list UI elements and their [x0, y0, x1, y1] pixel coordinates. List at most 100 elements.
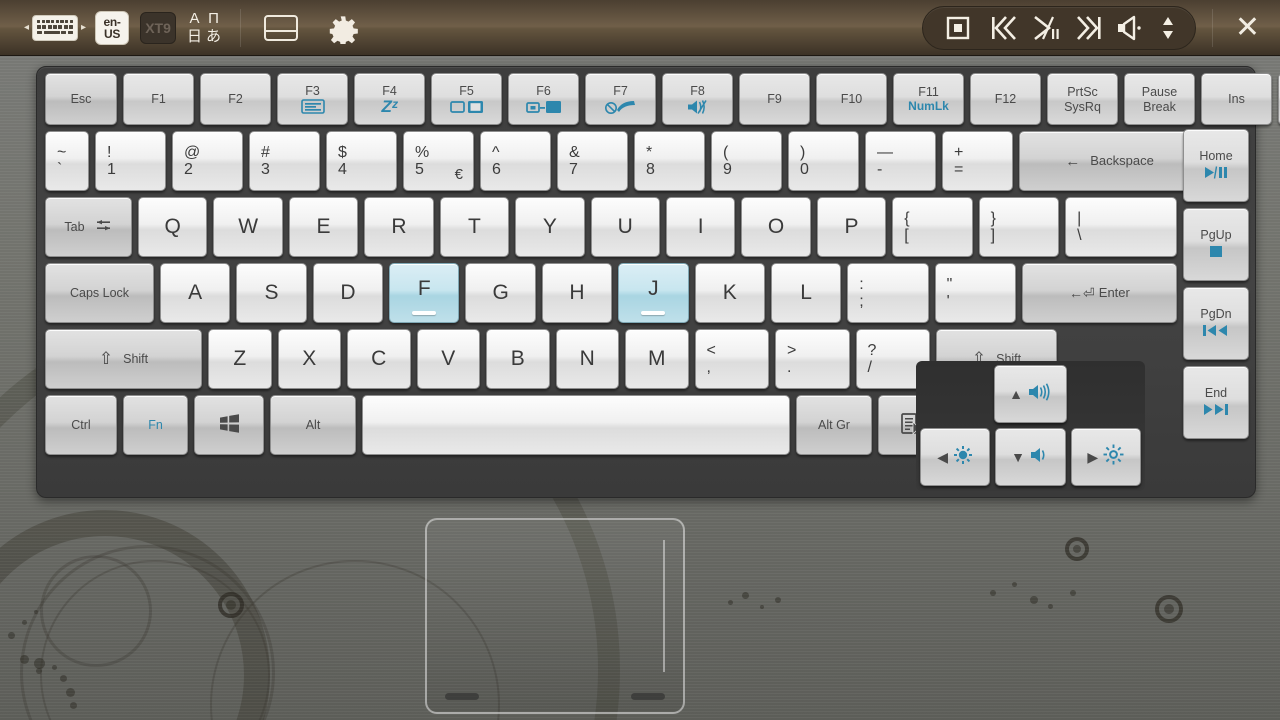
key-2[interactable]: @ 2 — [172, 131, 243, 191]
key-u[interactable]: U — [590, 197, 660, 257]
key-z[interactable]: Z — [208, 329, 272, 389]
media-stop-button[interactable] — [937, 10, 979, 46]
key-arrow-up[interactable]: ▲ — [994, 365, 1067, 423]
key-q[interactable]: Q — [138, 197, 208, 257]
key-9[interactable]: ( 9 — [711, 131, 782, 191]
key-f2[interactable]: F2 — [200, 73, 271, 125]
input-language-button[interactable]: en- US — [92, 8, 132, 48]
media-playpause-button[interactable] — [1025, 10, 1067, 46]
key-quote[interactable]: " ' — [934, 263, 1016, 323]
key-f5[interactable]: F5 — [431, 73, 502, 125]
touchpad-left-button[interactable] — [445, 693, 479, 700]
key-bracket-right[interactable]: } ] — [978, 197, 1060, 257]
key-p[interactable]: P — [816, 197, 887, 257]
key-space[interactable] — [362, 395, 790, 455]
key-tab[interactable]: Tab — [45, 197, 132, 257]
key-fn[interactable]: Fn — [123, 395, 188, 455]
key-backtick[interactable]: ~ ` — [45, 131, 89, 191]
key-pgdn[interactable]: PgDn — [1183, 287, 1249, 360]
key-f[interactable]: F — [389, 263, 460, 323]
key-pgup[interactable]: PgUp — [1183, 208, 1249, 281]
key-g[interactable]: G — [465, 263, 536, 323]
key-f10[interactable]: F10 — [816, 73, 887, 125]
keyboard-layout-chooser[interactable]: ◂ ▸ — [24, 8, 86, 48]
media-next-button[interactable] — [1069, 10, 1111, 46]
key-n[interactable]: N — [555, 329, 619, 389]
key-a[interactable]: A — [160, 263, 231, 323]
key-k[interactable]: K — [694, 263, 765, 323]
key-0[interactable]: ) 0 — [788, 131, 859, 191]
ime-mode-button[interactable]: A П 日 あ — [184, 8, 224, 48]
key-i[interactable]: I — [665, 197, 736, 257]
key-shift-left[interactable]: ⇧ Shift — [45, 329, 202, 389]
touchpad-surface[interactable] — [425, 518, 685, 714]
key-e[interactable]: E — [288, 197, 359, 257]
key-r[interactable]: R — [364, 197, 434, 257]
key-w[interactable]: W — [213, 197, 283, 257]
media-previous-button[interactable] — [981, 10, 1023, 46]
key-backslash[interactable]: | \ — [1065, 197, 1178, 257]
key-6[interactable]: ^ 6 — [480, 131, 551, 191]
key-d[interactable]: D — [312, 263, 384, 323]
vertical-scroll-zone[interactable] — [663, 540, 665, 672]
key-j[interactable]: J — [618, 263, 689, 323]
key-semicolon[interactable]: : ; — [847, 263, 929, 323]
key-f6[interactable]: F6 — [508, 73, 579, 125]
key-4[interactable]: $ 4 — [326, 131, 397, 191]
key-f3[interactable]: F3 — [277, 73, 348, 125]
key-insert[interactable]: Ins — [1201, 73, 1272, 125]
key-enter[interactable]: ←⏎ Enter — [1021, 263, 1177, 323]
key-pause-break[interactable]: Pause Break — [1124, 73, 1195, 125]
volume-stepper[interactable] — [1155, 10, 1181, 46]
key-home[interactable]: Home — [1183, 129, 1249, 202]
key-backspace[interactable]: ← Backspace — [1019, 131, 1200, 191]
key-b[interactable]: B — [486, 329, 550, 389]
key-alt-gr[interactable]: Alt Gr — [796, 395, 872, 455]
key-equals[interactable]: + = — [942, 131, 1013, 191]
key-v[interactable]: V — [416, 329, 480, 389]
key-printscreen[interactable]: PrtSc SysRq — [1047, 73, 1118, 125]
key-7[interactable]: & 7 — [557, 131, 628, 191]
touchpad-right-button[interactable] — [631, 693, 665, 700]
key-8[interactable]: * 8 — [634, 131, 705, 191]
key-o[interactable]: O — [741, 197, 811, 257]
chevron-right-icon[interactable]: ▸ — [81, 22, 86, 33]
key-f1[interactable]: F1 — [123, 73, 194, 125]
touchpad-toggle-button[interactable] — [261, 8, 301, 48]
settings-button[interactable] — [323, 8, 363, 48]
key-1[interactable]: ! 1 — [95, 131, 166, 191]
key-alt-left[interactable]: Alt — [270, 395, 356, 455]
key-arrow-right[interactable]: ▶ — [1070, 428, 1141, 486]
key-end[interactable]: End — [1183, 366, 1249, 439]
key-bracket-left[interactable]: { [ — [892, 197, 973, 257]
key-y[interactable]: Y — [515, 197, 585, 257]
key-windows[interactable] — [194, 395, 264, 455]
key-c[interactable]: C — [347, 329, 411, 389]
key-f11[interactable]: F11 NumLk — [893, 73, 964, 125]
key-period[interactable]: > . — [775, 329, 850, 389]
close-icon[interactable]: ✕ — [1229, 12, 1266, 43]
key-ctrl-left[interactable]: Ctrl — [45, 395, 117, 455]
key-x[interactable]: X — [277, 329, 341, 389]
key-f8[interactable]: F8 — [662, 73, 733, 125]
key-m[interactable]: M — [625, 329, 689, 389]
key-arrow-down[interactable]: ▼ — [995, 428, 1066, 486]
key-esc[interactable]: Esc — [45, 73, 117, 125]
key-3[interactable]: # 3 — [249, 131, 320, 191]
key-f9[interactable]: F9 — [739, 73, 810, 125]
key-caps-lock[interactable]: Caps Lock — [45, 263, 154, 323]
chevron-left-icon[interactable]: ◂ — [24, 22, 29, 33]
key-t[interactable]: T — [439, 197, 510, 257]
key-minus[interactable]: — - — [865, 131, 936, 191]
key-comma[interactable]: < , — [694, 329, 769, 389]
key-l[interactable]: L — [770, 263, 842, 323]
volume-button[interactable] — [1113, 10, 1153, 46]
xt9-toggle-button[interactable]: XT9 — [138, 8, 178, 48]
key-s[interactable]: S — [236, 263, 307, 323]
key-h[interactable]: H — [541, 263, 613, 323]
key-5[interactable]: % 5 € — [403, 131, 474, 191]
key-f12[interactable]: F12 — [970, 73, 1041, 125]
key-arrow-left[interactable]: ◀ — [920, 428, 991, 486]
key-f7[interactable]: F7 — [585, 73, 656, 125]
key-f4[interactable]: F4 Zᶻ — [354, 73, 425, 125]
